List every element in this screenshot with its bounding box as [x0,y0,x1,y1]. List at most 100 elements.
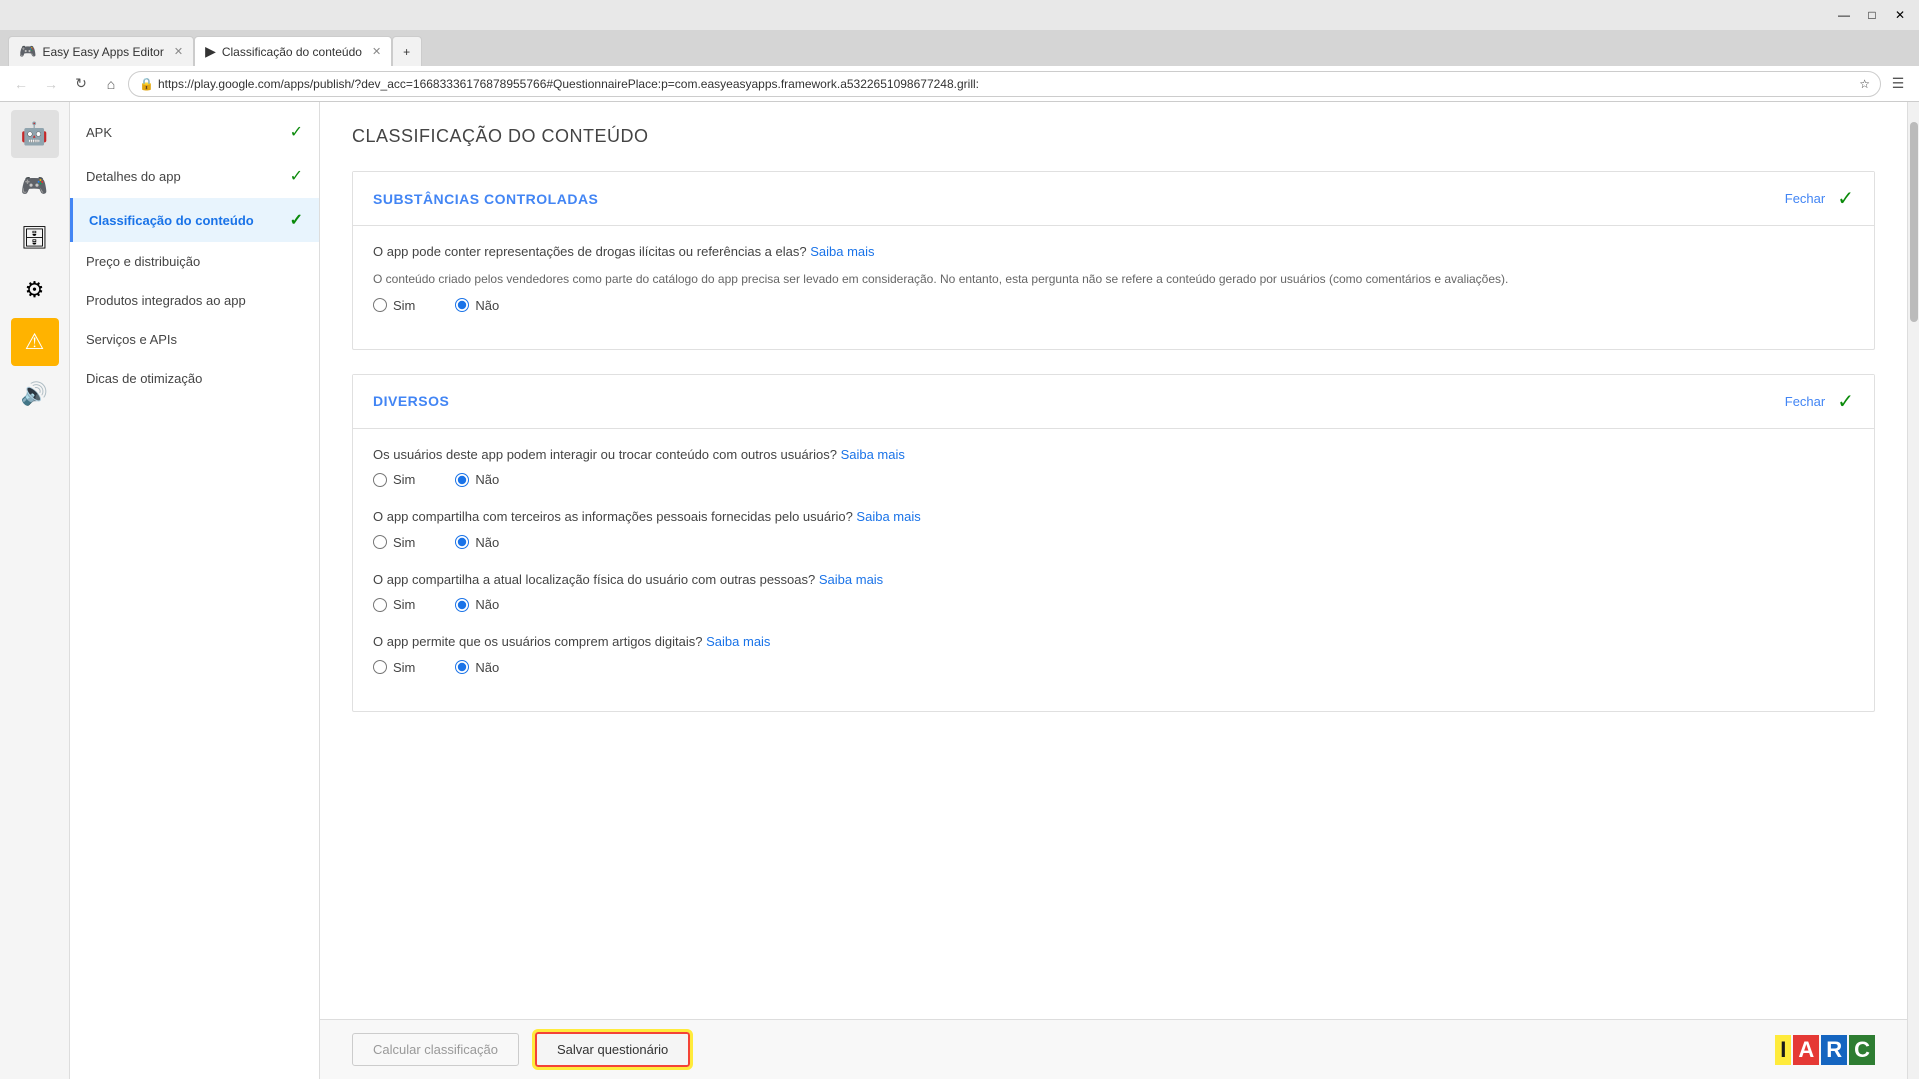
radio-localizacao-nao[interactable]: Não [455,597,499,612]
tab-label-1: Easy Easy Apps Editor [42,45,163,59]
address-text: https://play.google.com/apps/publish/?de… [158,77,1855,91]
tab-icon-1: 🎮 [19,43,36,60]
radio-compartilha-info-sim[interactable]: Sim [373,535,415,550]
radio-comprar-sim[interactable]: Sim [373,660,415,675]
radio-comprar-nao[interactable]: Não [455,660,499,675]
radio-drogas-nao[interactable]: Não [455,298,499,313]
saiba-mais-drogas[interactable]: Saiba mais [810,244,874,259]
main-content: CLASSIFICAÇÃO DO CONTEÚDO SUBSTÂNCIAS CO… [320,102,1907,1019]
back-button[interactable]: ← [8,71,34,97]
scrollbar-thumb[interactable] [1910,122,1918,322]
nav-item-detalhes-label: Detalhes do app [86,169,181,184]
iarc-letter-a: A [1793,1035,1819,1065]
nav-item-servicos-label: Serviços e APIs [86,332,177,347]
fechar-substancias-button[interactable]: Fechar [1785,191,1825,206]
nav-item-apk-check: ✓ [290,122,303,142]
nav-item-detalhes[interactable]: Detalhes do app ✓ [70,154,319,198]
question-interagir-text: Os usuários deste app podem interagir ou… [373,445,1854,465]
fechar-diversos-button[interactable]: Fechar [1785,394,1825,409]
maximize-button[interactable]: □ [1861,4,1883,26]
radio-drogas-sim[interactable]: Sim [373,298,415,313]
new-tab-button[interactable]: + [392,36,422,66]
section-diversos-actions: Fechar ✓ [1785,389,1854,414]
section-substancias-actions: Fechar ✓ [1785,186,1854,211]
tab-easy-apps[interactable]: 🎮 Easy Easy Apps Editor ✕ [8,36,194,66]
section-substancias: SUBSTÂNCIAS CONTROLADAS Fechar ✓ O app p… [352,171,1875,350]
close-button[interactable]: ✕ [1889,4,1911,26]
question-localizacao-text: O app compartilha a atual localização fí… [373,570,1854,590]
radio-interagir-nao[interactable]: Não [455,472,499,487]
question-comprar-options: Sim Não [373,660,1854,675]
minimize-button[interactable]: — [1833,4,1855,26]
question-compartilha-info-options: Sim Não [373,535,1854,550]
nav-item-servicos[interactable]: Serviços e APIs [70,320,319,359]
sidebar-icon-database[interactable]: 🗄 [11,214,59,262]
nav-item-apk-label: APK [86,125,112,140]
section-substancias-body: O app pode conter representações de drog… [353,225,1874,349]
tab-icon-2: ▶ [205,43,216,60]
address-bar[interactable]: 🔒 https://play.google.com/apps/publish/?… [128,71,1881,97]
left-icon-sidebar: 🤖 🎮 🗄 ⚙ ⚠ 🔊 [0,102,70,1079]
nav-item-preco[interactable]: Preço e distribuição [70,242,319,281]
sidebar-icon-warning[interactable]: ⚠ [11,318,59,366]
radio-interagir-sim[interactable]: Sim [373,472,415,487]
saiba-mais-interagir[interactable]: Saiba mais [841,447,905,462]
nav-item-classificacao[interactable]: Classificação do conteúdo ✓ [70,198,319,242]
section-diversos-check: ✓ [1837,389,1854,414]
lock-icon: 🔒 [139,77,154,91]
question-localizacao: O app compartilha a atual localização fí… [373,570,1854,613]
question-localizacao-options: Sim Não [373,597,1854,612]
nav-item-dicas-label: Dicas de otimização [86,371,202,386]
radio-localizacao-sim[interactable]: Sim [373,597,415,612]
sidebar-icon-gamepad[interactable]: 🎮 [11,162,59,210]
tab-close-2[interactable]: ✕ [372,45,381,58]
saiba-mais-comprar[interactable]: Saiba mais [706,634,770,649]
nav-item-apk[interactable]: APK ✓ [70,110,319,154]
nav-sidebar: APK ✓ Detalhes do app ✓ Classificação do… [70,102,320,1079]
nav-item-classificacao-check: ✓ [290,210,303,230]
tabs-bar: 🎮 Easy Easy Apps Editor ✕ ▶ Classificaçã… [0,30,1919,66]
section-diversos-title: DIVERSOS [373,393,449,409]
section-diversos-body: Os usuários deste app podem interagir ou… [353,428,1874,711]
refresh-button[interactable]: ↻ [68,71,94,97]
saiba-mais-localizacao[interactable]: Saiba mais [819,572,883,587]
scrollbar[interactable] [1907,102,1919,1079]
nav-item-dicas[interactable]: Dicas de otimização [70,359,319,398]
nav-item-produtos-label: Produtos integrados ao app [86,293,246,308]
salvar-button[interactable]: Salvar questionário [535,1032,690,1067]
tab-classificacao[interactable]: ▶ Classificação do conteúdo ✕ [194,36,392,66]
page-title: CLASSIFICAÇÃO DO CONTEÚDO [352,126,1875,147]
question-comprar: O app permite que os usuários comprem ar… [373,632,1854,675]
sidebar-icon-settings[interactable]: ⚙ [11,266,59,314]
iarc-letter-c: C [1849,1035,1875,1065]
nav-item-detalhes-check: ✓ [290,166,303,186]
sidebar-icon-speaker[interactable]: 🔊 [11,370,59,418]
section-substancias-check: ✓ [1837,186,1854,211]
tab-label-2: Classificação do conteúdo [222,45,362,59]
iarc-letter-r: R [1821,1035,1847,1065]
nav-bar: ← → ↻ ⌂ 🔒 https://play.google.com/apps/p… [0,66,1919,102]
title-bar: — □ ✕ [0,0,1919,30]
question-interagir-options: Sim Não [373,472,1854,487]
sidebar-icon-android[interactable]: 🤖 [11,110,59,158]
forward-button[interactable]: → [38,71,64,97]
nav-item-produtos[interactable]: Produtos integrados ao app [70,281,319,320]
bottom-bar: Calcular classificação Salvar questionár… [320,1019,1907,1079]
question-compartilha-info-text: O app compartilha com terceiros as infor… [373,507,1854,527]
radio-compartilha-info-nao[interactable]: Não [455,535,499,550]
extensions-button[interactable]: ☰ [1885,71,1911,97]
nav-item-classificacao-label: Classificação do conteúdo [89,213,254,228]
saiba-mais-compartilha-info[interactable]: Saiba mais [856,509,920,524]
tab-close-1[interactable]: ✕ [174,45,183,58]
iarc-letter-i: I [1775,1035,1791,1065]
question-compartilha-info: O app compartilha com terceiros as infor… [373,507,1854,550]
browser-content: 🤖 🎮 🗄 ⚙ ⚠ 🔊 APK ✓ Detalhes do app ✓ Clas… [0,102,1919,1079]
star-icon: ☆ [1859,77,1870,91]
question-drogas: O app pode conter representações de drog… [373,242,1854,313]
section-diversos: DIVERSOS Fechar ✓ Os usuários deste app … [352,374,1875,712]
iarc-logo: I A R C [1775,1035,1875,1065]
section-substancias-title: SUBSTÂNCIAS CONTROLADAS [373,191,598,207]
question-comprar-text: O app permite que os usuários comprem ar… [373,632,1854,652]
calcular-button[interactable]: Calcular classificação [352,1033,519,1066]
home-button[interactable]: ⌂ [98,71,124,97]
